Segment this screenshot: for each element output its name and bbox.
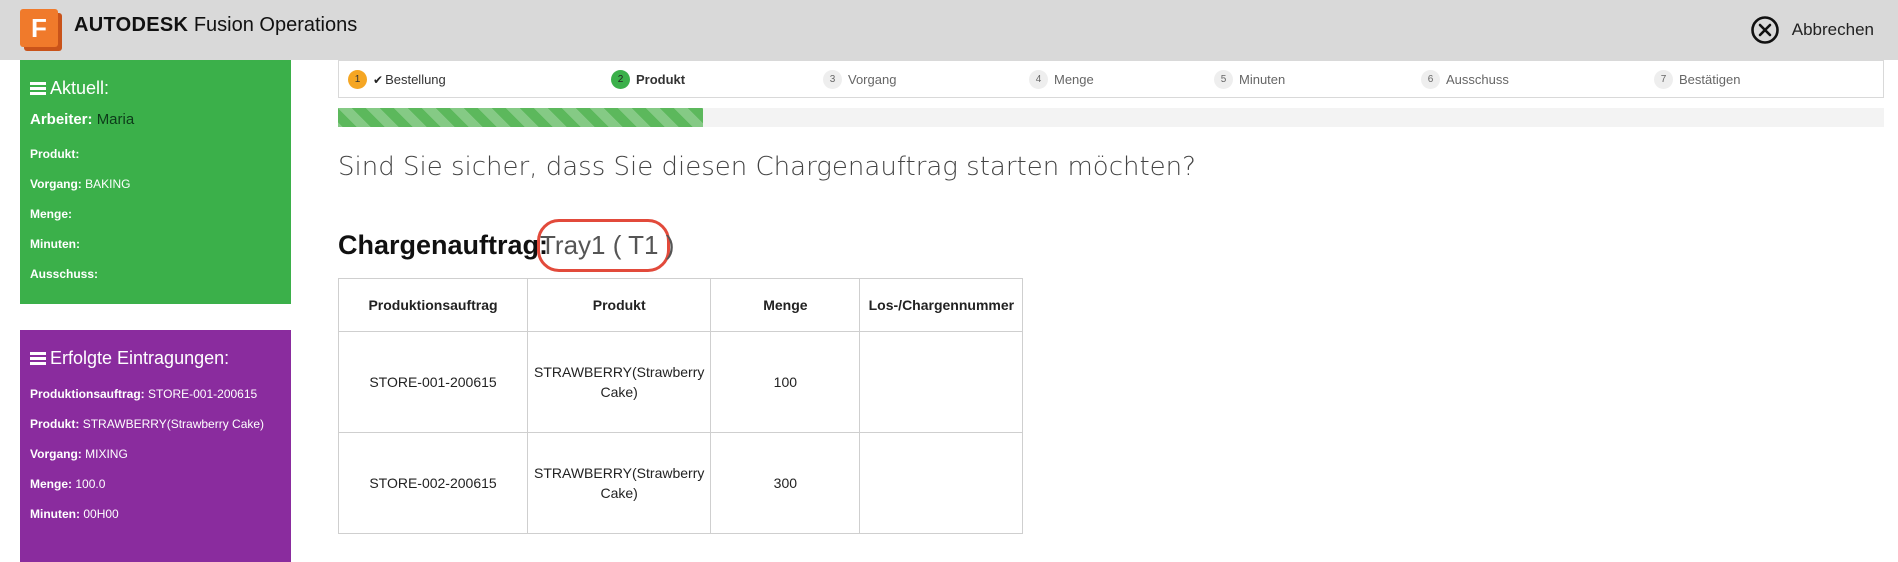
batch-label: Chargenauftrag: bbox=[338, 230, 549, 260]
done-title: Erfolgte Eintragungen: bbox=[30, 348, 229, 369]
current-minutes: Minuten: bbox=[30, 237, 80, 251]
current-quantity-label: Menge: bbox=[30, 207, 72, 221]
cancel-button[interactable]: Abbrechen bbox=[1750, 14, 1874, 46]
quantity-cell: 300 bbox=[710, 432, 861, 534]
product-line: STRAWBERRY(Strawberry bbox=[534, 465, 705, 481]
brand-bold: AUTODESK bbox=[74, 14, 189, 36]
step-quantity[interactable]: 4 Menge bbox=[1029, 70, 1094, 89]
column-header: Los-/Chargennummer bbox=[859, 278, 1024, 332]
menu-icon bbox=[30, 82, 46, 95]
production-orders-table: Produktionsauftrag Produkt Menge Los-/Ch… bbox=[338, 278, 1024, 534]
step-label: Menge bbox=[1054, 72, 1094, 87]
current-minutes-label: Minuten: bbox=[30, 237, 80, 251]
step-number: 1 bbox=[348, 70, 367, 89]
done-operation-value: MIXING bbox=[85, 447, 128, 461]
done-minutes-label: Minuten: bbox=[30, 507, 80, 521]
current-product-label: Produkt: bbox=[30, 147, 80, 161]
current-operation-label: Vorgang: bbox=[30, 177, 82, 191]
product-line: Cake) bbox=[600, 485, 638, 501]
product-cell: STRAWBERRY(Strawberry Cake) bbox=[526, 432, 712, 534]
done-title-text: Erfolgte Eintragungen: bbox=[50, 348, 230, 368]
step-number: 6 bbox=[1421, 70, 1440, 89]
current-operation-value: BAKING bbox=[85, 177, 131, 191]
top-header: F AUTODESK Fusion Operations Abbrechen bbox=[0, 0, 1898, 60]
table-row: STORE-002-200615 STRAWBERRY(Strawberry C… bbox=[338, 432, 1024, 534]
logo-letter: F bbox=[20, 9, 58, 47]
done-quantity-label: Menge: bbox=[30, 477, 72, 491]
current-title-text: Aktuell: bbox=[50, 78, 110, 98]
done-product-value: STRAWBERRY(Strawberry Cake) bbox=[82, 417, 265, 431]
completed-entries-panel: Erfolgte Eintragungen: Produktionsauftra… bbox=[20, 330, 291, 562]
product-cell: STRAWBERRY(Strawberry Cake) bbox=[526, 331, 712, 433]
checkmark-icon: ✔ bbox=[373, 72, 384, 87]
step-number: 4 bbox=[1029, 70, 1048, 89]
app-title: AUTODESK Fusion Operations bbox=[74, 14, 357, 37]
lot-cell bbox=[859, 331, 1024, 433]
confirm-question: Sind Sie sicher, dass Sie diesen Chargen… bbox=[338, 152, 1196, 182]
step-wizard: 1 ✔ Bestellung 2 Produkt 3 Vorgang 4 Men… bbox=[338, 60, 1884, 98]
step-number: 3 bbox=[823, 70, 842, 89]
step-label: Bestellung bbox=[385, 72, 446, 87]
product-line: STRAWBERRY(Strawberry bbox=[534, 364, 705, 380]
cancel-label: Abbrechen bbox=[1791, 20, 1874, 39]
product-line: Cake) bbox=[600, 384, 638, 400]
table-header-row: Produktionsauftrag Produkt Menge Los-/Ch… bbox=[338, 278, 1024, 332]
close-circle-icon bbox=[1750, 16, 1779, 44]
done-order: Produktionsauftrag: STORE-001-200615 bbox=[30, 387, 257, 401]
done-quantity: Menge: 100.0 bbox=[30, 477, 105, 491]
quantity-cell: 100 bbox=[710, 331, 861, 433]
current-worker: Arbeiter: Maria bbox=[30, 111, 134, 128]
done-product: Produkt: STRAWBERRY(Strawberry Cake) bbox=[30, 417, 264, 431]
done-minutes: Minuten: 00H00 bbox=[30, 507, 119, 521]
done-quantity-value: 100.0 bbox=[75, 477, 106, 491]
current-quantity: Menge: bbox=[30, 207, 72, 221]
step-label: Minuten bbox=[1239, 72, 1286, 87]
column-header: Produktionsauftrag bbox=[338, 278, 528, 332]
batch-heading: Chargenauftrag: bbox=[338, 230, 548, 261]
brand-product: Fusion Operations bbox=[193, 14, 358, 36]
step-product[interactable]: 2 Produkt bbox=[611, 70, 685, 89]
column-header: Menge bbox=[710, 278, 861, 332]
done-order-value: STORE-001-200615 bbox=[148, 387, 258, 401]
fusion-logo-icon: F bbox=[20, 9, 62, 51]
step-number: 7 bbox=[1654, 70, 1673, 89]
progress-bar bbox=[338, 108, 1884, 127]
worker-label: Arbeiter: bbox=[30, 111, 93, 128]
step-scrap[interactable]: 6 Ausschuss bbox=[1421, 70, 1509, 89]
done-operation: Vorgang: MIXING bbox=[30, 447, 128, 461]
done-order-label: Produktionsauftrag: bbox=[30, 387, 145, 401]
step-operation[interactable]: 3 Vorgang bbox=[823, 70, 896, 89]
done-operation-label: Vorgang: bbox=[30, 447, 82, 461]
progress-fill bbox=[338, 108, 703, 127]
order-cell: STORE-002-200615 bbox=[338, 432, 528, 534]
current-title: Aktuell: bbox=[30, 78, 109, 99]
step-confirm[interactable]: 7 Bestätigen bbox=[1654, 70, 1740, 89]
step-order[interactable]: 1 ✔ Bestellung bbox=[348, 70, 446, 89]
step-minutes[interactable]: 5 Minuten bbox=[1214, 70, 1285, 89]
lot-cell bbox=[859, 432, 1024, 534]
current-operation: Vorgang: BAKING bbox=[30, 177, 130, 191]
current-product: Produkt: bbox=[30, 147, 79, 161]
current-scrap-label: Ausschuss: bbox=[30, 267, 99, 281]
step-label: Vorgang bbox=[848, 72, 897, 87]
worker-value: Maria bbox=[96, 111, 135, 128]
order-cell: STORE-001-200615 bbox=[338, 331, 528, 433]
table-row: STORE-001-200615 STRAWBERRY(Strawberry C… bbox=[338, 331, 1024, 433]
step-number: 5 bbox=[1214, 70, 1233, 89]
step-number: 2 bbox=[611, 70, 630, 89]
step-label: Ausschuss bbox=[1446, 72, 1509, 87]
current-scrap: Ausschuss: bbox=[30, 267, 98, 281]
step-label: Produkt bbox=[636, 72, 686, 87]
step-label: Bestätigen bbox=[1679, 72, 1741, 87]
menu-icon bbox=[30, 352, 46, 365]
current-panel: Aktuell: Arbeiter: Maria Produkt: Vorgan… bbox=[20, 60, 291, 304]
done-minutes-value: 00H00 bbox=[83, 507, 119, 521]
done-product-label: Produkt: bbox=[30, 417, 80, 431]
column-header: Produkt bbox=[526, 278, 712, 332]
batch-id-highlight: Tray1 ( T1 ) bbox=[537, 219, 674, 272]
